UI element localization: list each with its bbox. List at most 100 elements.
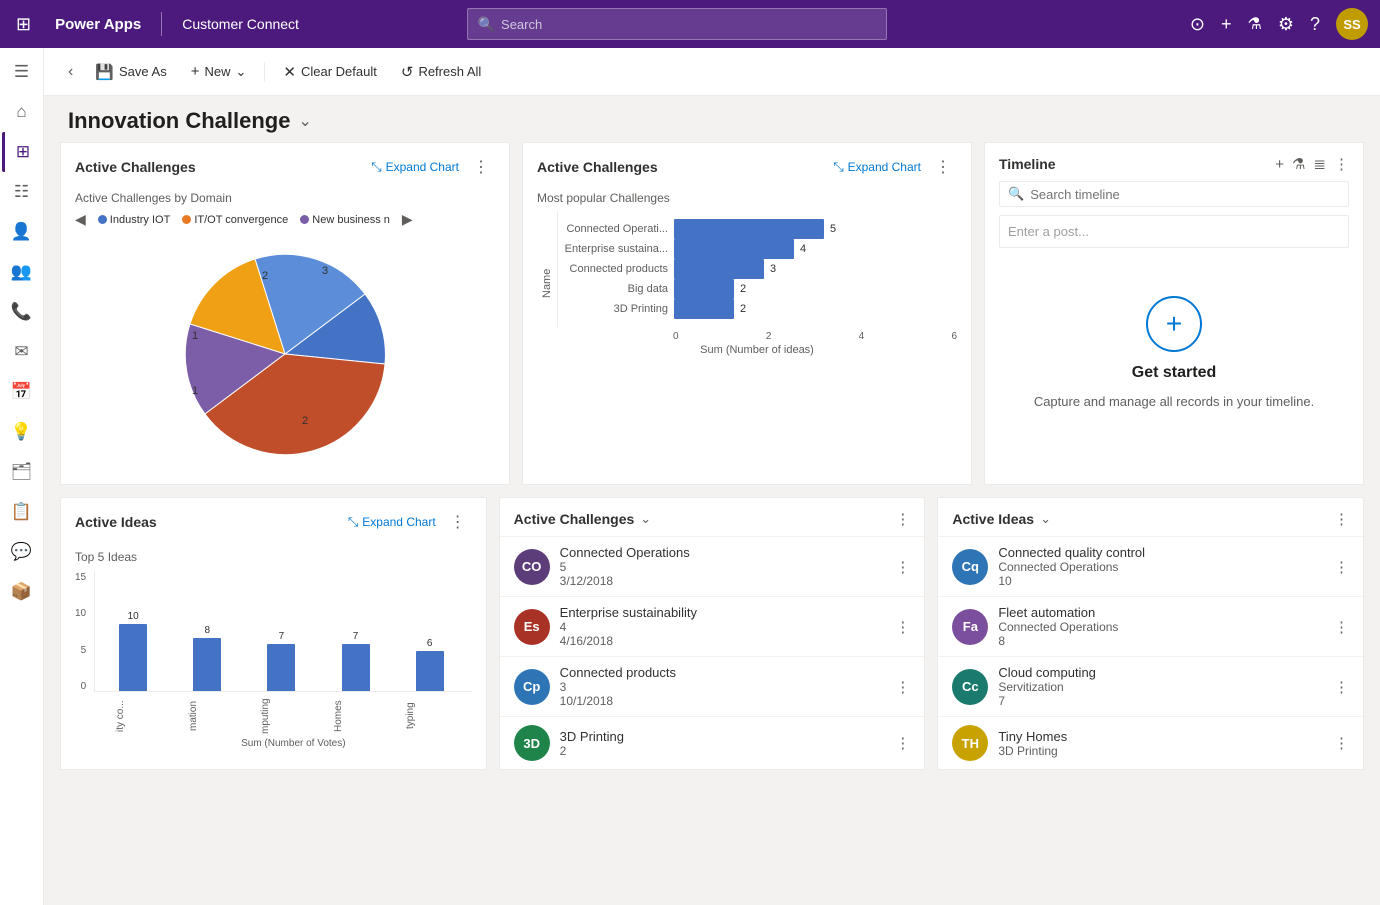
list-info: Tiny Homes3D Printing (998, 729, 1324, 758)
nav-icons: ⊙ + ⚗ ⚙ ? SS (1190, 8, 1368, 40)
bar-value: 2 (740, 283, 746, 295)
timeline-add-button[interactable]: + (1275, 156, 1284, 173)
sidebar-item-products[interactable]: 🗂 (2, 452, 42, 492)
ideas-bar-expand-button[interactable]: ⤡ Expand Chart (348, 514, 436, 530)
list-info: 3D Printing2 (560, 729, 886, 758)
bar-label: Enterprise sustaina... (558, 243, 668, 255)
list-info: Connected Operations53/12/2018 (560, 545, 886, 588)
sidebar-item-calls[interactable]: 📞 (2, 292, 42, 332)
clear-default-button[interactable]: ✕ Clear Default (273, 56, 386, 88)
timeline-search-input[interactable] (1030, 187, 1340, 202)
list-item[interactable]: 3D3D Printing2⋮ (500, 716, 925, 769)
timeline-search-icon: 🔍 (1008, 186, 1024, 202)
refresh-all-button[interactable]: ↺ Refresh All (391, 56, 491, 88)
list-item[interactable]: EsEnterprise sustainability44/16/2018⋮ (500, 596, 925, 656)
timeline-sort-button[interactable]: ≣ (1313, 155, 1326, 173)
challenges-list-more[interactable]: ⋮ (895, 510, 910, 528)
svg-text:1: 1 (192, 385, 198, 397)
sidebar-item-accounts[interactable]: 👥 (2, 252, 42, 292)
sidebar-item-inventory[interactable]: 📦 (2, 572, 42, 612)
pie-more-button[interactable]: ⋮ (467, 155, 495, 179)
new-label: New (204, 64, 230, 79)
settings-icon[interactable]: ⚙ (1278, 14, 1294, 35)
timeline-filter-button[interactable]: ⚗ (1292, 155, 1305, 173)
ideas-list-more[interactable]: ⋮ (1334, 510, 1349, 528)
legend-next[interactable]: ▶ (402, 211, 413, 228)
list-item-sub1: 5 (560, 560, 886, 574)
global-search-box[interactable]: 🔍 (467, 8, 887, 40)
save-as-button[interactable]: 💾 Save As (85, 56, 176, 88)
list-item[interactable]: COConnected Operations53/12/2018⋮ (500, 536, 925, 596)
timeline-card: Timeline + ⚗ ≣ ⋮ 🔍 Enter a post... (984, 142, 1364, 485)
list-item[interactable]: CcCloud computingServitization7⋮ (938, 656, 1363, 716)
add-icon[interactable]: + (1221, 14, 1232, 35)
list-item-more[interactable]: ⋮ (895, 734, 910, 752)
timeline-more-button[interactable]: ⋮ (1334, 155, 1349, 173)
list-item-more[interactable]: ⋮ (1334, 678, 1349, 696)
list-item-more[interactable]: ⋮ (895, 558, 910, 576)
sidebar-item-ideas[interactable]: 💡 (2, 412, 42, 452)
bar-fill (674, 219, 824, 239)
list-item-more[interactable]: ⋮ (1334, 558, 1349, 576)
challenges-list-chevron[interactable]: ⌄ (640, 511, 651, 527)
list-item[interactable]: FaFleet automationConnected Operations8⋮ (938, 596, 1363, 656)
sidebar-item-menu[interactable]: ☰ (2, 52, 42, 92)
mini-bar-num: 7 (353, 631, 359, 642)
list-item-sub1: Servitization (998, 680, 1324, 694)
sidebar-item-records[interactable]: ☷ (2, 172, 42, 212)
pie-expand-button[interactable]: ⤡ Expand Chart (371, 159, 459, 175)
page-title-chevron[interactable]: ⌄ (298, 111, 311, 131)
list-avatar: Cp (514, 669, 550, 705)
list-item-more[interactable]: ⋮ (895, 618, 910, 636)
sidebar-item-dashboard[interactable]: ⊞ (2, 132, 42, 172)
list-item-more[interactable]: ⋮ (1334, 734, 1349, 752)
list-item-more[interactable]: ⋮ (1334, 618, 1349, 636)
list-info: Connected quality controlConnected Opera… (998, 545, 1324, 588)
legend-prev[interactable]: ◀ (75, 211, 86, 228)
bar-value: 3 (770, 263, 776, 275)
help-icon[interactable]: ? (1310, 14, 1320, 35)
bar-expand-button[interactable]: ⤡ Expand Chart (833, 159, 921, 175)
bar-fill (674, 259, 764, 279)
list-item-more[interactable]: ⋮ (895, 678, 910, 696)
ideas-bar-more-button[interactable]: ⋮ (444, 510, 472, 534)
legend-item-1: Industry IOT (98, 214, 171, 226)
page-title-bar: Innovation Challenge ⌄ (44, 96, 1380, 142)
list-item[interactable]: CpConnected products310/1/2018⋮ (500, 656, 925, 716)
sidebar-item-calendar[interactable]: 📅 (2, 372, 42, 412)
ideas-list-chevron[interactable]: ⌄ (1040, 511, 1051, 527)
filter-icon[interactable]: ⚗ (1247, 14, 1261, 34)
x-tick: 6 (951, 331, 957, 342)
sidebar-item-contacts[interactable]: 👤 (2, 212, 42, 252)
new-button[interactable]: + New ⌄ (181, 56, 257, 88)
mini-bar-col: 7 (247, 631, 315, 691)
mini-bar-label: mputing (260, 696, 327, 736)
mini-bar-label: Homes (333, 696, 400, 736)
sidebar-item-email[interactable]: ✉ (2, 332, 42, 372)
list-item-sub2: 3/12/2018 (560, 574, 886, 588)
list-item[interactable]: CqConnected quality controlConnected Ope… (938, 536, 1363, 596)
back-button[interactable]: ‹ (60, 59, 81, 85)
timeline-empty-title: Get started (1132, 364, 1216, 382)
user-avatar[interactable]: SS (1336, 8, 1368, 40)
sidebar-item-chat[interactable]: 💬 (2, 532, 42, 572)
new-chevron-icon: ⌄ (236, 64, 247, 80)
active-challenges-pie-card: Active Challenges ⤡ Expand Chart ⋮ Activ… (60, 142, 510, 485)
active-challenges-bar-card: Active Challenges ⤡ Expand Chart ⋮ Most … (522, 142, 972, 485)
list-item-sub2: 7 (998, 694, 1324, 708)
timeline-search[interactable]: 🔍 (999, 181, 1349, 207)
mini-bar-label: typing (405, 696, 472, 736)
global-search-input[interactable] (501, 17, 876, 32)
active-ideas-bar-card: Active Ideas ⤡ Expand Chart ⋮ Top 5 Idea… (60, 497, 487, 770)
bar-more-button[interactable]: ⋮ (929, 155, 957, 179)
sidebar-item-home[interactable]: ⌂ (2, 92, 42, 132)
x-tick: 4 (859, 331, 865, 342)
grid-icon[interactable]: ⊞ (12, 10, 35, 39)
sidebar-item-cases[interactable]: 📋 (2, 492, 42, 532)
ideas-list-header: Active Ideas ⌄ ⋮ (938, 498, 1363, 536)
timeline-post-area[interactable]: Enter a post... (999, 215, 1349, 248)
list-item[interactable]: THTiny Homes3D Printing⋮ (938, 716, 1363, 769)
refresh-all-label: Refresh All (418, 64, 481, 79)
target-icon[interactable]: ⊙ (1190, 14, 1205, 35)
mini-bar-num: 8 (205, 625, 211, 636)
